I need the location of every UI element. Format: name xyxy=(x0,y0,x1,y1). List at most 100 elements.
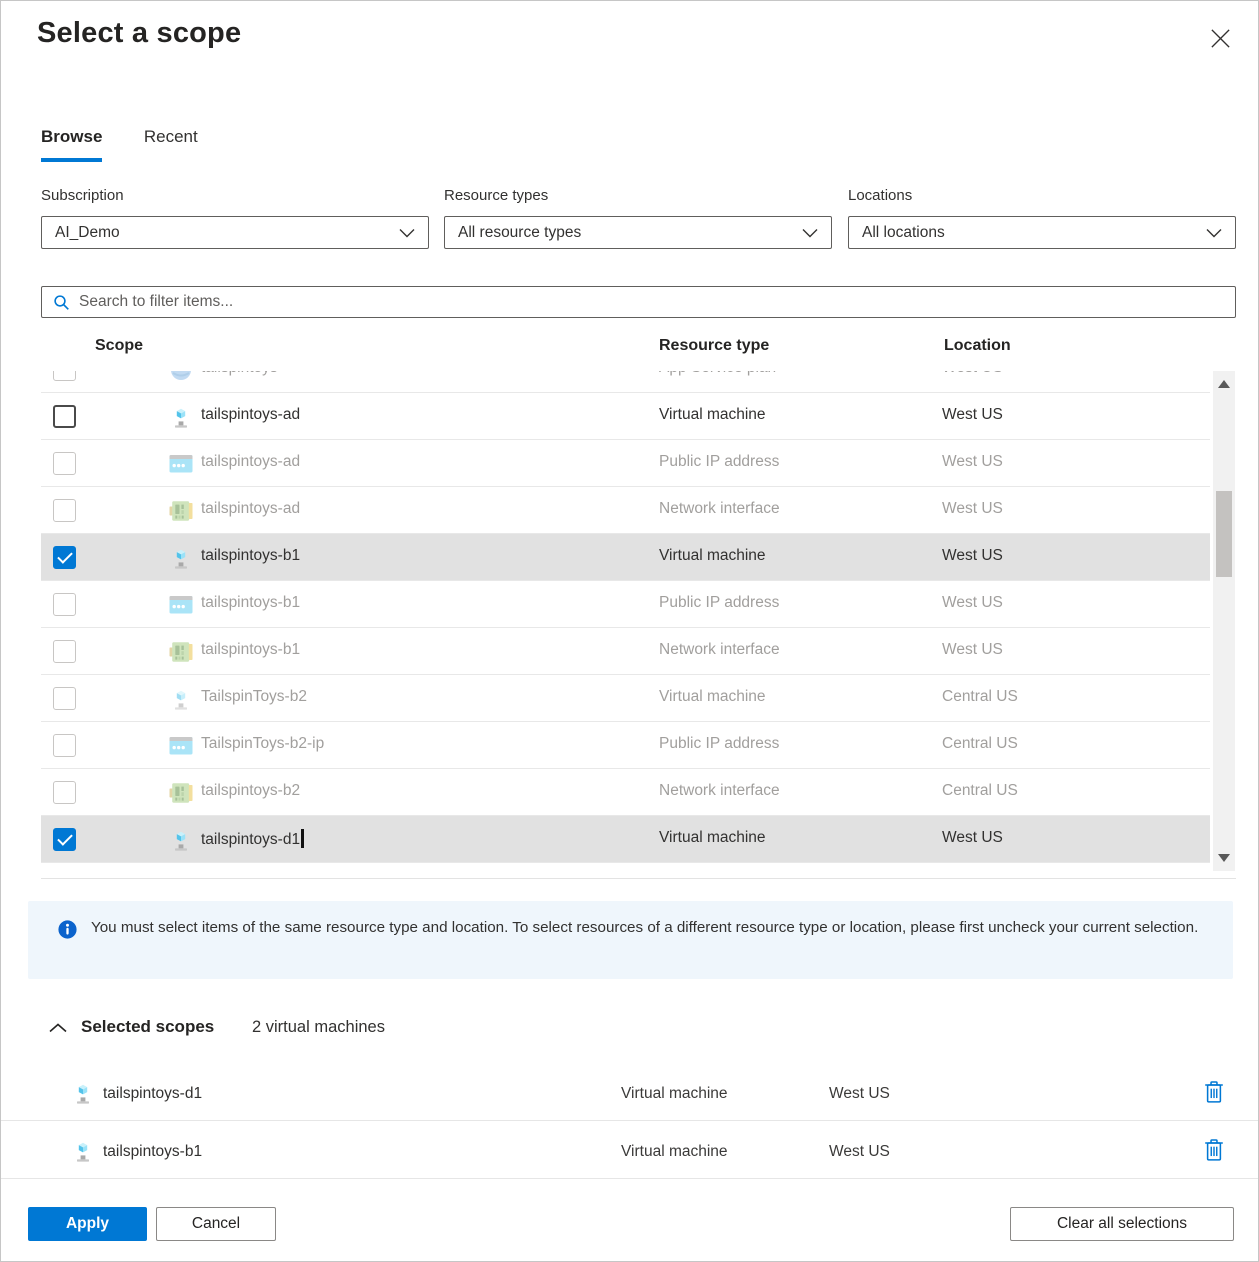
delete-icon[interactable] xyxy=(1204,1139,1224,1161)
row-checkbox-checked[interactable] xyxy=(53,828,76,851)
table-row: tailspintoys-ad Network interface West U… xyxy=(41,487,1210,534)
cancel-button[interactable]: Cancel xyxy=(156,1207,276,1241)
table-row: tailspintoys-b1 Network interface West U… xyxy=(41,628,1210,675)
scope-name: tailspintoys-ad xyxy=(201,500,300,518)
location: West US xyxy=(942,406,1003,424)
row-checkbox-checked[interactable] xyxy=(53,546,76,569)
close-button[interactable] xyxy=(1204,22,1236,54)
resource-type: Public IP address xyxy=(659,594,779,612)
select-scope-dialog: Select a scope Browse Recent Subscriptio… xyxy=(0,0,1259,1262)
scope-name: tailspintoys-b1 xyxy=(201,594,300,612)
scope-name: tailspintoys-d1 xyxy=(201,829,304,849)
table-row-selected[interactable]: tailspintoys-b1 Virtual machine West US xyxy=(41,534,1210,581)
network-interface-icon xyxy=(169,499,193,523)
scope-name: tailspintoys xyxy=(201,371,278,377)
clear-all-selections-button[interactable]: Clear all selections xyxy=(1010,1207,1234,1241)
table-row: tailspintoys-b2 Network interface Centra… xyxy=(41,769,1210,816)
resource-type: Public IP address xyxy=(659,453,779,471)
info-icon xyxy=(58,920,77,939)
chevron-down-icon xyxy=(399,228,415,238)
column-header-location: Location xyxy=(944,337,1011,355)
scope-table-viewport: tailspintoys App Service plan West US ta… xyxy=(1,371,1213,871)
resource-type: Network interface xyxy=(659,641,780,659)
location: West US xyxy=(942,500,1003,518)
scope-name: tailspintoys-b2 xyxy=(201,782,300,800)
selected-scope-type: Virtual machine xyxy=(621,1143,728,1161)
text-cursor xyxy=(301,829,304,848)
chevron-down-icon xyxy=(1206,228,1222,238)
scrollbar-thumb[interactable] xyxy=(1216,491,1232,577)
row-checkbox[interactable] xyxy=(53,405,76,428)
filter-locations: Locations All locations xyxy=(848,187,1236,249)
scroll-up-arrow-icon[interactable] xyxy=(1218,380,1230,388)
filter-subscription: Subscription AI_Demo xyxy=(41,187,429,249)
search-box xyxy=(41,286,1236,318)
tab-browse[interactable]: Browse xyxy=(41,127,102,162)
network-interface-icon xyxy=(169,640,193,664)
scroll-down-arrow-icon[interactable] xyxy=(1218,854,1230,862)
scope-name: tailspintoys-ad xyxy=(201,406,300,424)
info-banner: You must select items of the same resour… xyxy=(28,901,1233,979)
resource-type: App Service plan xyxy=(659,371,776,377)
network-interface-icon xyxy=(169,781,193,805)
location: Central US xyxy=(942,735,1018,753)
table-row: TailspinToys-b2-ip Public IP address Cen… xyxy=(41,722,1210,769)
resource-type: Virtual machine xyxy=(659,829,766,847)
selected-scopes-title: Selected scopes xyxy=(81,1017,214,1037)
table-row: TailspinToys-b2 Virtual machine Central … xyxy=(41,675,1210,722)
resource-type: Virtual machine xyxy=(659,688,766,706)
resource-type: Public IP address xyxy=(659,735,779,753)
close-icon xyxy=(1209,27,1232,50)
table-row: tailspintoys-b1 Public IP address West U… xyxy=(41,581,1210,628)
table-row: tailspintoys-ad Public IP address West U… xyxy=(41,440,1210,487)
location: West US xyxy=(942,453,1003,471)
apply-button[interactable]: Apply xyxy=(28,1207,147,1241)
divider xyxy=(41,878,1236,879)
delete-icon[interactable] xyxy=(1204,1081,1224,1103)
resource-types-value: All resource types xyxy=(458,224,581,242)
location: West US xyxy=(942,547,1003,565)
search-input[interactable] xyxy=(79,293,1225,311)
resource-type: Virtual machine xyxy=(659,406,766,424)
resource-types-label: Resource types xyxy=(444,187,832,204)
virtual-machine-icon xyxy=(169,546,193,570)
scope-name: TailspinToys-b2-ip xyxy=(201,735,324,753)
selected-scope-name: tailspintoys-b1 xyxy=(103,1143,202,1161)
selected-scope-location: West US xyxy=(829,1143,890,1161)
tab-recent[interactable]: Recent xyxy=(144,127,198,158)
info-banner-text: You must select items of the same resour… xyxy=(91,917,1216,940)
subscription-dropdown[interactable]: AI_Demo xyxy=(41,216,429,249)
tab-bar: Browse Recent xyxy=(41,127,235,162)
selected-scopes-count: 2 virtual machines xyxy=(252,1018,385,1037)
resource-types-dropdown[interactable]: All resource types xyxy=(444,216,832,249)
virtual-machine-icon xyxy=(169,687,193,711)
scrollbar[interactable] xyxy=(1213,371,1235,871)
selected-scope-type: Virtual machine xyxy=(621,1085,728,1103)
selected-scope-row: tailspintoys-d1 Virtual machine West US xyxy=(1,1064,1259,1121)
table-header: Scope Resource type Location xyxy=(1,333,1259,369)
filter-resource-types: Resource types All resource types xyxy=(444,187,832,249)
row-checkbox[interactable] xyxy=(53,371,76,381)
resource-type: Network interface xyxy=(659,500,780,518)
locations-dropdown[interactable]: All locations xyxy=(848,216,1236,249)
column-header-resource-type: Resource type xyxy=(659,337,769,355)
table-row-selected[interactable]: tailspintoys-d1 Virtual machine West US xyxy=(41,816,1210,863)
search-icon xyxy=(53,294,70,311)
table-row: tailspintoys App Service plan West US xyxy=(41,371,1210,393)
location: West US xyxy=(942,829,1003,847)
locations-value: All locations xyxy=(862,224,945,242)
resource-type: Network interface xyxy=(659,782,780,800)
table-row[interactable]: tailspintoys-ad Virtual machine West US xyxy=(41,393,1210,440)
scope-name: tailspintoys-b1 xyxy=(201,641,300,659)
row-checkbox xyxy=(53,781,76,804)
virtual-machine-icon xyxy=(169,828,193,852)
location: Central US xyxy=(942,688,1018,706)
resource-type: Virtual machine xyxy=(659,547,766,565)
location: West US xyxy=(942,371,1003,377)
row-checkbox xyxy=(53,452,76,475)
column-header-scope: Scope xyxy=(95,337,143,355)
selected-scope-row: tailspintoys-b1 Virtual machine West US xyxy=(1,1122,1259,1179)
row-checkbox xyxy=(53,687,76,710)
chevron-up-icon[interactable] xyxy=(49,1023,67,1033)
location: West US xyxy=(942,594,1003,612)
